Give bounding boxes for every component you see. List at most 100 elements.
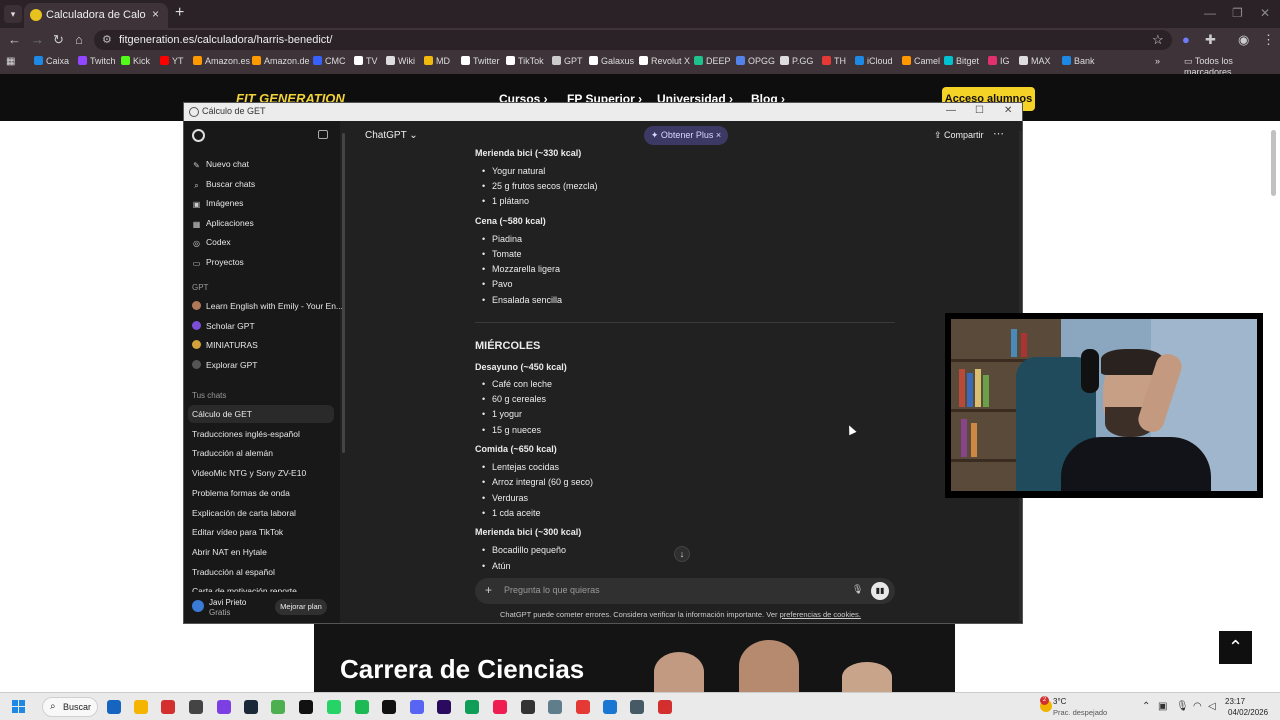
acrobat-icon[interactable] — [658, 700, 672, 714]
tray-microphone-icon[interactable]: 🎙 — [1176, 701, 1189, 712]
maximize-icon[interactable]: ☐ — [975, 105, 984, 116]
reload-icon[interactable]: ↻ — [53, 32, 64, 48]
profile-icon[interactable]: ◉ — [1238, 32, 1249, 48]
sidebar-item-buscar-chats[interactable]: ⌕ Buscar chats — [192, 179, 255, 190]
tray-app-icon[interactable]: ▣ — [1158, 701, 1167, 712]
upgrade-plan-button[interactable]: Mejorar plan — [275, 599, 327, 615]
tab-search-icon[interactable]: ▾ — [4, 5, 22, 23]
file-explorer-icon[interactable] — [134, 700, 148, 714]
forward-icon[interactable]: → — [31, 32, 44, 47]
more-options-icon[interactable]: ⋯ — [993, 127, 1004, 140]
app-icon[interactable] — [603, 700, 617, 714]
sidebar-chat-item[interactable]: Traducción al español — [192, 567, 332, 577]
cookie-preferences-link[interactable]: preferencias de cookies. — [780, 610, 861, 619]
bookmark-item[interactable]: Bitget — [944, 56, 979, 66]
tiktok-icon[interactable] — [493, 700, 507, 714]
bookmark-item[interactable]: Twitter — [461, 56, 500, 66]
page-scrollbar[interactable] — [1271, 130, 1276, 196]
browser-menu-icon[interactable]: ⋮ — [1262, 32, 1275, 48]
sidebar-gpt-item[interactable]: MINIATURAS — [192, 340, 258, 350]
taskbar-search[interactable]: ⌕ Buscar — [42, 697, 98, 717]
url-text[interactable]: fitgeneration.es/calculadora/harris-bene… — [119, 34, 332, 46]
whatsapp-icon[interactable] — [327, 700, 341, 714]
bookmark-item[interactable]: MD — [424, 56, 450, 66]
bookmark-item[interactable]: GPT — [552, 56, 583, 66]
twitch-app-icon[interactable] — [217, 700, 231, 714]
window-close-icon[interactable]: ✕ — [1260, 6, 1270, 20]
bookmark-item[interactable]: iCloud — [855, 56, 893, 66]
site-info-icon[interactable]: ⚙ — [102, 33, 112, 46]
calculator-icon[interactable] — [548, 700, 562, 714]
volume-icon[interactable]: ◁ — [1208, 701, 1216, 712]
model-selector[interactable]: ChatGPT ⌄ — [365, 130, 418, 141]
sidebar-gpt-item[interactable]: Explorar GPT — [192, 359, 258, 370]
sidebar-chat-item[interactable]: Traducción al alemán — [192, 448, 332, 458]
bookmark-item[interactable]: OPGG — [736, 56, 775, 66]
bookmark-item[interactable]: Kick — [121, 56, 150, 66]
bookmark-item[interactable]: TV — [354, 56, 378, 66]
steam-icon[interactable] — [244, 700, 258, 714]
spotify-icon[interactable] — [355, 700, 369, 714]
bookmark-item[interactable]: Caixa — [34, 56, 69, 66]
notion-icon[interactable] — [521, 700, 535, 714]
capcut-icon[interactable] — [382, 700, 396, 714]
bookmark-item[interactable]: Revolut X — [639, 56, 690, 66]
bookmark-item[interactable]: Amazon.es — [193, 56, 250, 66]
bookmark-item[interactable]: CMC — [313, 56, 346, 66]
close-icon[interactable]: ✕ — [1004, 105, 1012, 116]
premiere-icon[interactable] — [437, 700, 451, 714]
settings-icon[interactable] — [576, 700, 590, 714]
composer-input[interactable]: Pregunta lo que quieras — [504, 585, 600, 595]
clock-time[interactable]: 23:17 — [1225, 697, 1245, 706]
user-footer[interactable]: Javi Prieto Gratis Mejorar plan — [184, 593, 340, 623]
sidebar-chat-item[interactable]: Problema formas de onda — [192, 488, 332, 498]
sidebar-gpt-item[interactable]: Scholar GPT — [192, 320, 255, 331]
sidebar-toggle-icon[interactable] — [318, 130, 328, 139]
back-icon[interactable]: ← — [8, 32, 21, 47]
sidebar-chat-item[interactable]: Editar vídeo para TikTok — [192, 527, 332, 537]
bookmark-star-icon[interactable]: ☆ — [1152, 32, 1164, 48]
task-view-icon[interactable] — [107, 700, 121, 714]
weather-temp[interactable]: 3°C — [1053, 697, 1066, 706]
discord-icon[interactable] — [410, 700, 424, 714]
maximize-icon[interactable]: ❐ — [1232, 6, 1243, 20]
bookmark-item[interactable]: Galaxus — [589, 56, 634, 66]
extension-icon[interactable]: ● — [1182, 32, 1190, 47]
sidebar-chat-item[interactable]: Traducciones inglés-español — [192, 429, 332, 439]
obs-icon[interactable] — [189, 700, 203, 714]
wifi-icon[interactable]: ◠ — [1193, 701, 1202, 712]
bookmark-item[interactable]: IG — [988, 56, 1010, 66]
sidebar-chat-item[interactable]: Carta de motivación reporte — [192, 586, 332, 592]
bookmark-item[interactable]: Twitch — [78, 56, 116, 66]
chrome-icon[interactable] — [271, 700, 285, 714]
bookmark-item[interactable]: P.GG — [780, 56, 813, 66]
new-tab-icon[interactable]: + — [175, 4, 184, 22]
voice-mode-button[interactable]: ▮▮ — [871, 582, 889, 600]
tab-close-icon[interactable]: × — [152, 7, 159, 21]
sidebar-chat-item[interactable]: Abrir NAT en Hytale — [192, 547, 332, 557]
bookmark-item[interactable]: Amazon.de — [252, 56, 310, 66]
winrar-icon[interactable] — [630, 700, 644, 714]
windows-start-icon[interactable] — [12, 700, 26, 714]
sidebar-item-codex[interactable]: ◎ Codex — [192, 237, 231, 248]
sidebar-item-aplicaciones[interactable]: ▦ Aplicaciones — [192, 218, 254, 229]
minimize-icon[interactable]: — — [946, 105, 956, 116]
sidebar-item-im-genes[interactable]: ▣ Imágenes — [192, 198, 244, 209]
home-icon[interactable]: ⌂ — [75, 32, 83, 47]
sidebar-chat-item[interactable]: VideoMic NTG y Sony ZV-E10 — [192, 468, 332, 478]
bookmark-item[interactable]: Camel — [902, 56, 940, 66]
sidebar-gpt-item[interactable]: Learn English with Emily - Your En... — [192, 301, 343, 311]
sidebar-item-nuevo-chat[interactable]: ✎ Nuevo chat — [192, 159, 249, 170]
address-bar[interactable]: ⚙ fitgeneration.es/calculadora/harris-be… — [94, 30, 1172, 50]
chat-composer[interactable]: + Pregunta lo que quieras 🎙 ▮▮ — [475, 578, 895, 604]
clock-date[interactable]: 04/02/2026 — [1228, 708, 1268, 717]
bookmarks-overflow-icon[interactable]: » — [1155, 56, 1160, 66]
sidebar-scrollbar[interactable] — [342, 133, 345, 453]
sidebar-chat-item[interactable]: Cálculo de GET — [192, 409, 332, 419]
openai-logo-icon[interactable] — [192, 129, 205, 142]
obtener-plus-button[interactable]: ✦ Obtener Plus × — [644, 126, 728, 145]
chatgpt-app-icon[interactable] — [299, 700, 313, 714]
sidebar-chat-item[interactable]: Explicación de carta laboral — [192, 508, 332, 518]
pdf-app-icon[interactable] — [161, 700, 175, 714]
tray-overflow-icon[interactable]: ⌃ — [1142, 701, 1150, 712]
